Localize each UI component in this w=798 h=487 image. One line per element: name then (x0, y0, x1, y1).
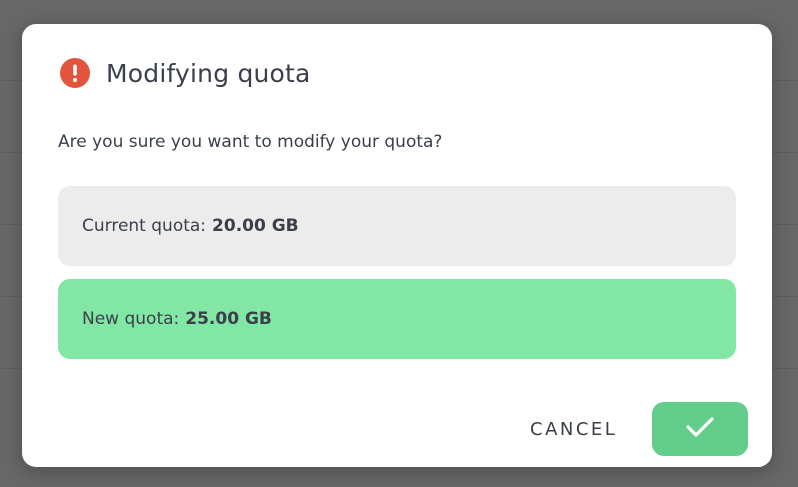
checkmark-icon (685, 415, 715, 443)
dialog-title: Modifying quota (106, 58, 311, 88)
new-quota-label: New quota: (82, 309, 180, 329)
current-quota-value: 20.00 GB (212, 216, 299, 236)
cancel-button[interactable]: CANCEL (530, 414, 617, 444)
dialog-header: Modifying quota (60, 56, 311, 90)
current-quota-label: Current quota: (82, 216, 207, 236)
modify-quota-dialog: Modifying quota Are you sure you want to… (22, 24, 772, 467)
dialog-message: Are you sure you want to modify your quo… (58, 132, 443, 152)
new-quota-value: 25.00 GB (185, 309, 272, 329)
new-quota-panel: New quota: 25.00 GB (58, 279, 736, 359)
exclamation-circle-icon (60, 58, 90, 88)
confirm-button[interactable] (652, 402, 748, 456)
current-quota-panel: Current quota: 20.00 GB (58, 186, 736, 266)
